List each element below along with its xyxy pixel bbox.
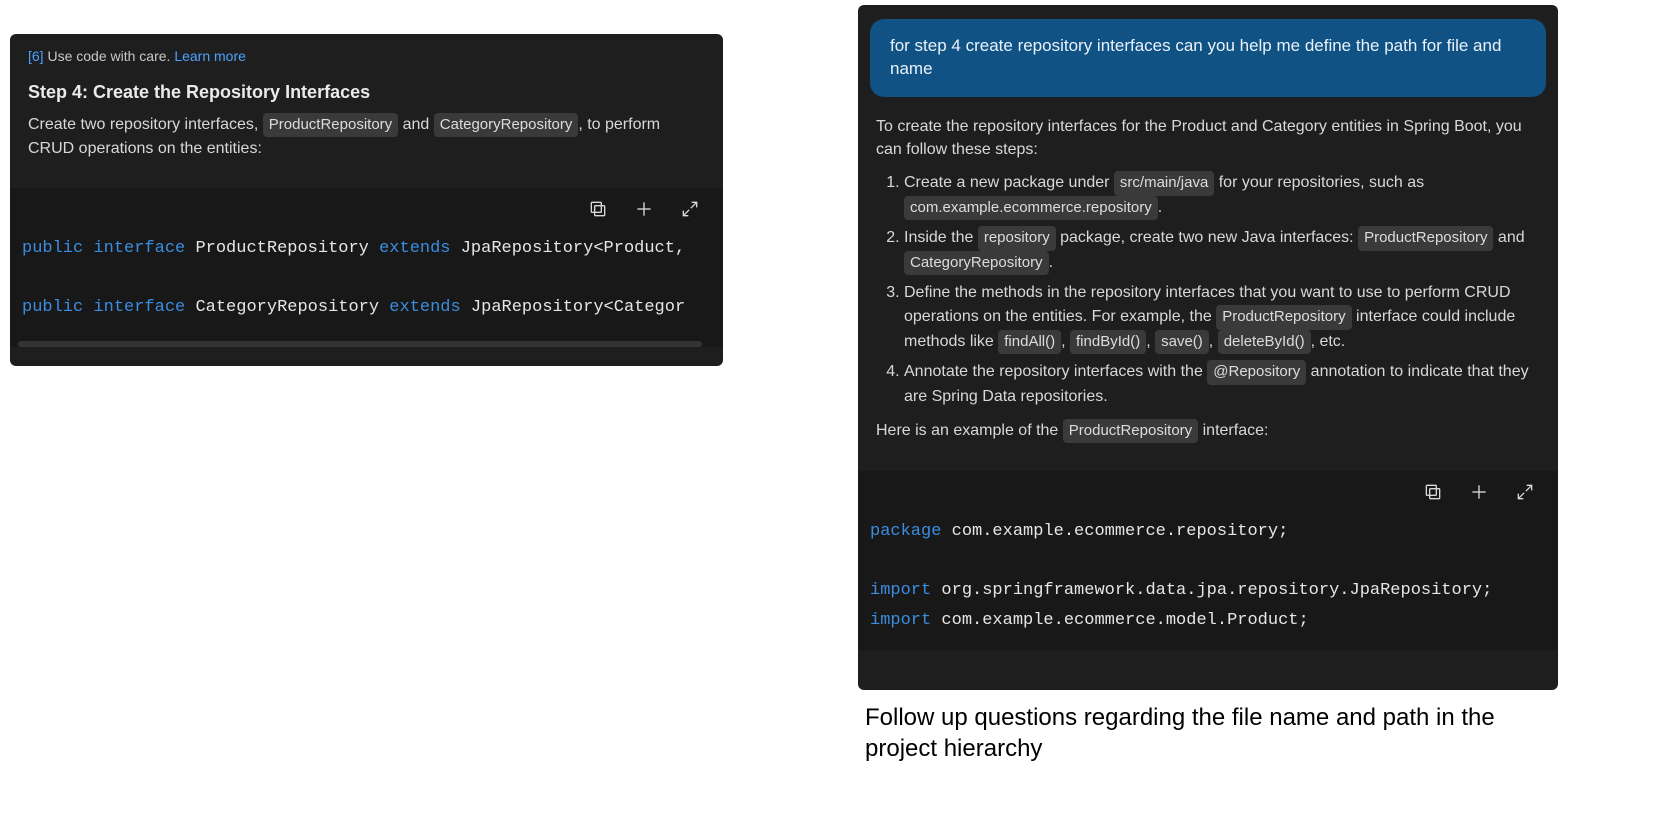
chip-repository: repository [978,226,1056,251]
right-code-block: package com.example.ecommerce.repository… [858,471,1558,650]
steps-list: Create a new package under src/main/java… [904,171,1540,409]
step-heading: Step 4: Create the Repository Interfaces [28,82,705,103]
chip-productrepository: ProductRepository [263,113,398,137]
expand-icon[interactable] [1514,481,1536,503]
chip-findbyid: findById() [1070,330,1146,355]
copy-icon[interactable] [587,198,609,220]
step-item-1: Create a new package under src/main/java… [904,171,1540,220]
horizontal-scrollbar[interactable] [18,341,702,347]
expand-icon[interactable] [679,198,701,220]
copy-icon[interactable] [1422,481,1444,503]
left-snippet-panel: [6] Use code with care. Learn more Step … [10,34,723,366]
user-message-bubble: for step 4 create repository interfaces … [870,19,1546,97]
left-content: [6] Use code with care. Learn more Step … [10,34,723,174]
citation-row: [6] Use code with care. Learn more [28,48,705,64]
chip-productrepository: ProductRepository [1358,226,1493,251]
citation-text: Use code with care. [47,48,174,64]
chip-save: save() [1155,330,1209,355]
assistant-intro: To create the repository interfaces for … [876,115,1540,161]
step-description: Create two repository interfaces, Produc… [28,113,705,160]
chip-findall: findAll() [998,330,1061,355]
code-toolbar [858,471,1558,509]
figure-caption: Follow up questions regarding the file n… [865,702,1565,764]
assistant-response: To create the repository interfaces for … [858,115,1558,457]
assistant-outro: Here is an example of the ProductReposit… [876,419,1540,443]
chip-categoryrepository: CategoryRepository [904,251,1049,276]
chip-repository-annotation: @Repository [1207,360,1306,385]
right-chat-panel: for step 4 create repository interfaces … [858,5,1558,690]
learn-more-link[interactable]: Learn more [174,48,246,64]
left-code-block: public interface ProductRepository exten… [10,188,723,347]
plus-icon[interactable] [633,198,655,220]
chip-src-main-java: src/main/java [1114,171,1214,196]
chip-productrepository: ProductRepository [1216,305,1351,330]
chip-productrepository: ProductRepository [1063,419,1198,443]
step-item-3: Define the methods in the repository int… [904,281,1540,354]
chip-repo-package: com.example.ecommerce.repository [904,196,1158,221]
step-item-4: Annotate the repository interfaces with … [904,360,1540,409]
left-code-content: public interface ProductRepository exten… [10,226,723,337]
step-item-2: Inside the repository package, create tw… [904,226,1540,275]
chip-categoryrepository: CategoryRepository [434,113,579,137]
chip-deletebyid: deleteById() [1218,330,1311,355]
citation-bracket: [6] [28,48,44,64]
right-code-content: package com.example.ecommerce.repository… [858,509,1558,650]
code-toolbar [10,188,723,226]
plus-icon[interactable] [1468,481,1490,503]
